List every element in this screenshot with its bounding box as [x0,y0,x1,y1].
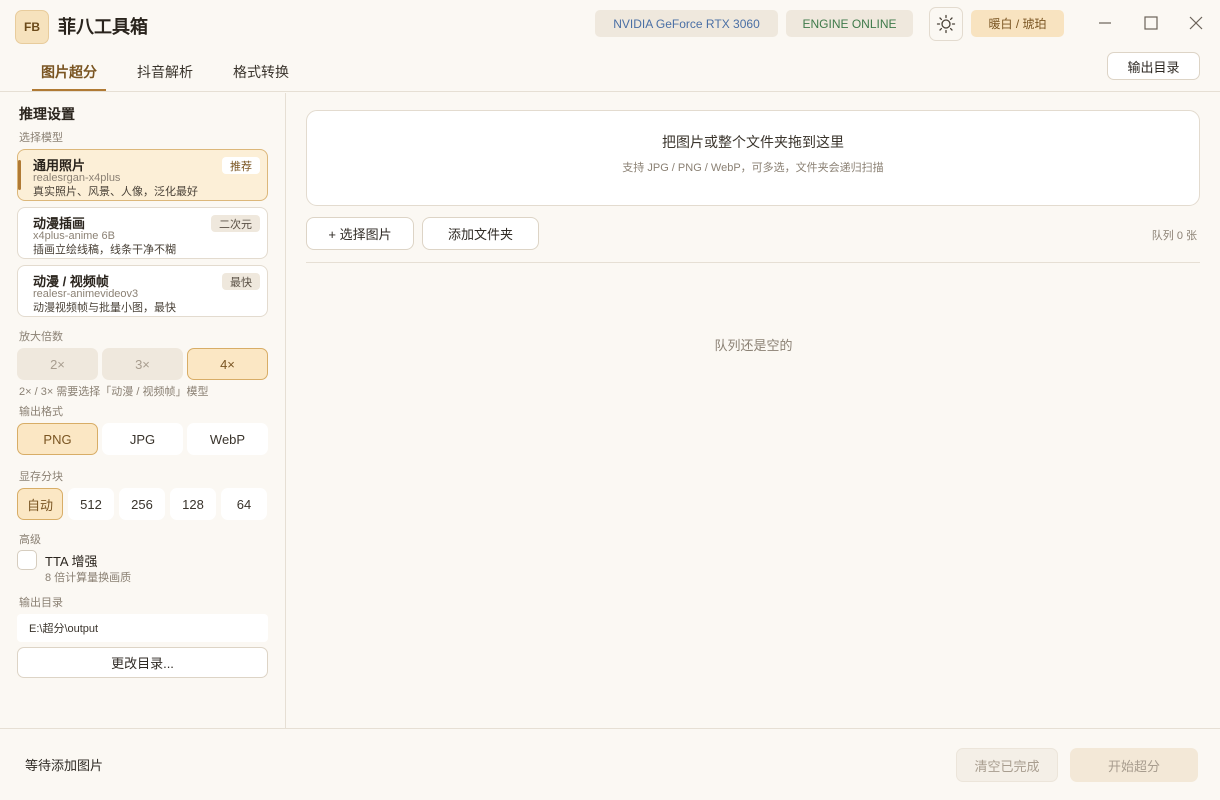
clear-completed-button[interactable]: 清空已完成 [956,748,1058,782]
inference-settings-panel: 推理设置 选择模型 通用照片 realesrgan-x4plus 真实照片、风景… [0,93,286,728]
tile-auto-option[interactable]: 自动 [17,488,63,520]
scale-4x-option[interactable]: 4× [187,348,268,380]
tile-512-option[interactable]: 512 [68,488,114,520]
change-directory-button[interactable]: 更改目录... [17,647,268,678]
app-logo: FB [15,10,49,44]
scale-hint: 2× / 3× 需要选择「动漫 / 视频帧」模型 [19,386,209,398]
format-jpg-option[interactable]: JPG [102,423,183,455]
model-description: 真实照片、风景、人像，泛化最好 [33,186,198,198]
minimize-icon[interactable] [1094,12,1116,34]
tta-checkbox[interactable] [17,550,37,570]
queue-count: 队列 0 张 [1151,230,1197,242]
empty-queue-message: 队列还是空的 [714,338,793,353]
tab-image-upscale[interactable]: 图片超分 [41,62,97,82]
gpu-badge: NVIDIA GeForce RTX 3060 [595,10,778,37]
panel-title: 推理设置 [19,106,75,122]
tab-format-convert[interactable]: 格式转换 [233,62,289,82]
model-section-label: 选择模型 [19,132,63,144]
output-path-field: E:\超分\output [17,614,268,642]
tile-64-option[interactable]: 64 [221,488,267,520]
model-badge: 最快 [222,273,260,290]
format-png-option[interactable]: PNG [17,423,98,455]
tta-description: 8 倍计算量换画质 [45,572,132,584]
status-text: 等待添加图片 [25,758,104,773]
queue-panel: 把图片或整个文件夹拖到这里 支持 JPG / PNG / WebP，可多选，文件… [287,93,1220,728]
theme-name-button[interactable]: 暖白 / 琥珀 [971,10,1064,37]
scale-2x-option[interactable]: 2× [17,348,98,380]
model-badge: 推荐 [222,157,260,174]
model-card-anime-illustration[interactable]: 动漫插画 x4plus-anime 6B 插画立绘线稿，线条干净不糊 二次元 [17,207,268,259]
advanced-section-label: 高级 [19,534,41,546]
output-directory-button[interactable]: 输出目录 [1107,52,1200,80]
maximize-icon[interactable] [1140,12,1162,34]
add-folder-button[interactable]: 添加文件夹 [422,217,539,250]
app-title: 菲八工具箱 [58,17,148,37]
scale-section-label: 放大倍数 [19,331,63,343]
drop-zone-subtitle: 支持 JPG / PNG / WebP，可多选，文件夹会递归扫描 [622,162,884,174]
format-webp-option[interactable]: WebP [187,423,268,455]
select-images-button[interactable]: + 选择图片 [306,217,414,250]
start-upscale-button[interactable]: 开始超分 [1070,748,1198,782]
active-tab-indicator [32,89,106,91]
tile-128-option[interactable]: 128 [170,488,216,520]
tile-section-label: 显存分块 [19,471,63,483]
tile-256-option[interactable]: 256 [119,488,165,520]
tta-label: TTA 增强 [45,554,98,569]
drop-zone-title: 把图片或整个文件夹拖到这里 [662,134,844,150]
theme-toggle-button[interactable] [929,7,963,41]
status-bar: 等待添加图片 清空已完成 开始超分 [0,728,1220,800]
divider [306,262,1200,263]
model-description: 插画立绘线稿，线条干净不糊 [33,244,176,256]
close-icon[interactable] [1185,12,1207,34]
output-dir-section-label: 输出目录 [19,597,63,609]
file-drop-zone[interactable]: 把图片或整个文件夹拖到这里 支持 JPG / PNG / WebP，可多选，文件… [306,110,1200,206]
engine-status-badge: ENGINE ONLINE [786,10,913,37]
scale-3x-option[interactable]: 3× [102,348,183,380]
title-bar: FB 菲八工具箱 NVIDIA GeForce RTX 3060 ENGINE … [0,0,1220,50]
model-badge: 二次元 [211,215,260,232]
sun-icon [936,14,956,34]
tab-douyin-parse[interactable]: 抖音解析 [137,62,193,82]
model-card-general-photo[interactable]: 通用照片 realesrgan-x4plus 真实照片、风景、人像，泛化最好 推… [17,149,268,201]
tab-bar: 图片超分 抖音解析 格式转换 输出目录 [0,50,1220,92]
format-section-label: 输出格式 [19,406,63,418]
model-description: 动漫视频帧与批量小图，最快 [33,302,176,314]
model-card-anime-video[interactable]: 动漫 / 视频帧 realesr-animevideov3 动漫视频帧与批量小图… [17,265,268,317]
